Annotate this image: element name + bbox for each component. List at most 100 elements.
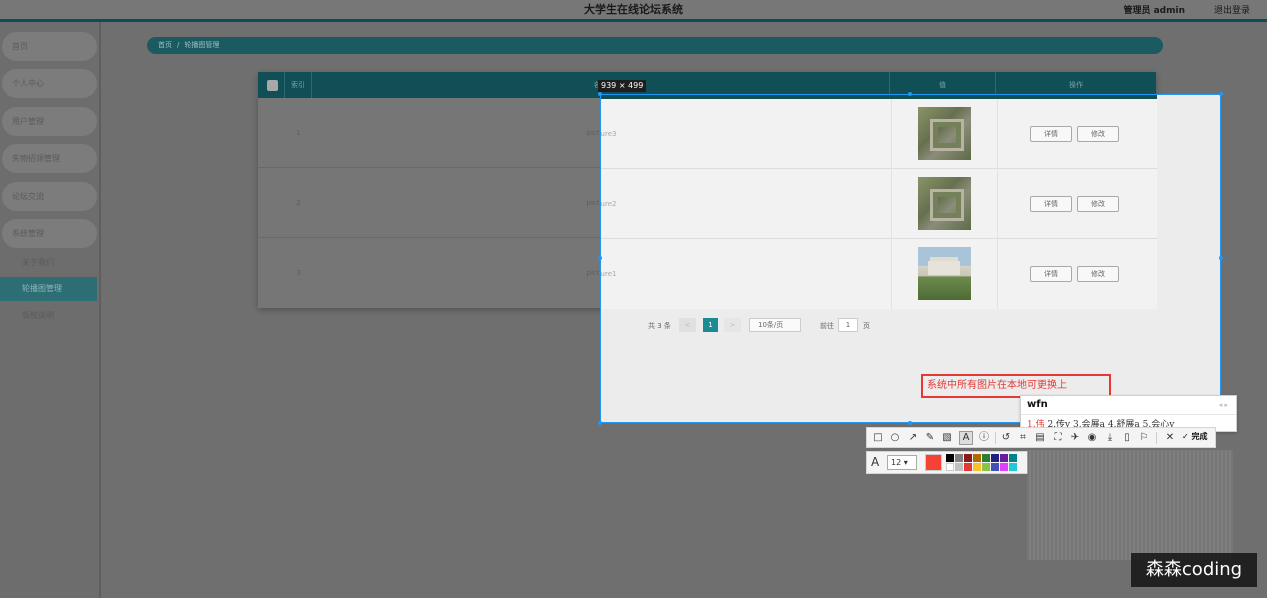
resize-handle[interactable] [598, 92, 602, 96]
row-thumbnail[interactable] [918, 107, 971, 160]
color-swatch[interactable] [973, 454, 981, 462]
sidebar-item-system[interactable]: 系统管理 [2, 219, 97, 248]
ime-composition: wfn [1027, 399, 1048, 410]
detail-button[interactable]: 详情 [1030, 126, 1072, 142]
color-swatch[interactable] [955, 463, 963, 471]
done-button[interactable]: ✓ 完成 [1182, 431, 1208, 442]
breadcrumb-home[interactable]: 首页 [158, 41, 172, 49]
detail-button[interactable]: 详情 [1030, 266, 1072, 282]
color-swatch[interactable] [964, 454, 972, 462]
row-name: picture1 [600, 270, 617, 278]
color-swatch[interactable] [991, 454, 999, 462]
color-swatch[interactable] [955, 454, 963, 462]
cell-divider [891, 169, 892, 239]
sidebar-sub-copyright[interactable]: 版权说明 [0, 304, 97, 328]
capture-selection[interactable]: picture3 详情 修改 picture2 详情 修改 picture1 [600, 94, 1221, 423]
row-thumbnail[interactable] [918, 247, 971, 300]
scroll-capture-icon[interactable]: ⛶ [1051, 431, 1065, 445]
color-swatch[interactable] [991, 463, 999, 471]
sidebar-item-users[interactable]: 用户管理 [2, 107, 97, 136]
sidebar-item-profile[interactable]: 个人中心 [2, 69, 97, 98]
resize-handle[interactable] [1219, 92, 1223, 96]
breadcrumb-current: 轮播图管理 [184, 41, 220, 49]
color-swatch[interactable] [964, 463, 972, 471]
row-index: 1 [296, 129, 301, 137]
checkbox-icon [267, 80, 278, 91]
sidebar-item-forum[interactable]: 论坛交流 [2, 182, 97, 211]
text-tool-icon[interactable]: A [959, 431, 973, 445]
edit-button[interactable]: 修改 [1077, 126, 1119, 142]
selection-size-label: 939 × 499 [598, 80, 647, 92]
breadcrumb-separator: / [177, 41, 180, 49]
color-swatch[interactable] [973, 463, 981, 471]
logout-link[interactable]: 退出登录 [1214, 3, 1250, 16]
color-swatch[interactable] [982, 454, 990, 462]
resize-handle[interactable] [908, 92, 912, 96]
header-divider [0, 19, 1267, 22]
rectangle-icon[interactable]: □ [871, 431, 885, 445]
resize-handle[interactable] [1219, 256, 1223, 260]
color-swatch[interactable] [982, 463, 990, 471]
download-icon[interactable]: ⤓ [1103, 431, 1117, 445]
check-icon: ✓ [1182, 432, 1189, 441]
background-artifact [1027, 450, 1233, 560]
cell-divider [997, 99, 998, 169]
pagination-total: 共 3 条 [648, 322, 671, 330]
undo-icon[interactable]: ↺ [999, 431, 1013, 445]
color-swatch[interactable] [946, 454, 954, 462]
table-row: picture1 详情 修改 [600, 239, 1157, 309]
cell-divider [997, 169, 998, 239]
color-swatch[interactable] [1000, 454, 1008, 462]
table-row: picture2 详情 修改 [601, 169, 1157, 239]
sidebar-item-home[interactable]: 首页 [2, 32, 97, 61]
close-icon[interactable]: ✕ [1163, 431, 1177, 445]
page-size-select[interactable]: 10条/页 [749, 318, 801, 332]
color-swatch[interactable] [946, 463, 954, 471]
done-label: 完成 [1191, 432, 1208, 441]
row-thumbnail[interactable] [918, 177, 971, 230]
ellipse-icon[interactable]: ○ [888, 431, 902, 445]
app-title: 大学生在线论坛系统 [584, 3, 683, 16]
ime-divider [1021, 414, 1236, 415]
ocr-icon[interactable]: ⌗ [1016, 431, 1030, 445]
prev-page-button[interactable]: < [679, 318, 696, 332]
ime-page-arrows-icon[interactable]: ◂ ▸ [1219, 401, 1228, 409]
edit-button[interactable]: 修改 [1077, 266, 1119, 282]
next-page-button[interactable]: > [724, 318, 741, 332]
sidebar-sub-carousel[interactable]: 轮播图管理 [0, 277, 97, 301]
resize-handle[interactable] [908, 421, 912, 425]
text-options-bar: A 12 ▾ [866, 451, 1028, 474]
arrow-icon[interactable]: ↗ [906, 431, 920, 445]
breadcrumb: 首页 / 轮播图管理 [147, 37, 1163, 54]
row-index: 3 [296, 269, 301, 277]
goto-label: 前往 [820, 322, 834, 330]
font-size-select[interactable]: 12 ▾ [887, 455, 917, 470]
edit-button[interactable]: 修改 [1077, 196, 1119, 212]
cell-divider [997, 239, 998, 309]
color-swatch[interactable] [1000, 463, 1008, 471]
sidebar-item-lost-found[interactable]: 失物招领管理 [2, 144, 97, 173]
pin-icon[interactable]: ✈ [1068, 431, 1082, 445]
font-icon: A [871, 455, 880, 469]
header-select-all[interactable] [258, 72, 285, 98]
page-number-button[interactable]: 1 [703, 318, 718, 332]
page-suffix: 页 [863, 322, 870, 330]
bookmark-icon[interactable]: ⚐ [1137, 431, 1151, 445]
current-color-swatch[interactable] [925, 454, 942, 471]
resize-handle[interactable] [598, 256, 602, 260]
resize-handle[interactable] [598, 421, 602, 425]
row-index: 2 [296, 199, 301, 207]
sidebar: 首页 个人中心 用户管理 失物招领管理 论坛交流 系统管理 关于我们 轮播图管理… [0, 22, 101, 598]
pen-icon[interactable]: ✎ [923, 431, 937, 445]
number-marker-icon[interactable]: ⓘ [977, 431, 991, 445]
device-icon[interactable]: ▯ [1120, 431, 1134, 445]
color-swatch[interactable] [1009, 454, 1017, 462]
color-swatch[interactable] [1009, 463, 1017, 471]
translate-icon[interactable]: ▤ [1033, 431, 1047, 445]
record-icon[interactable]: ◉ [1085, 431, 1099, 445]
goto-page-input[interactable]: 1 [838, 318, 858, 332]
mosaic-icon[interactable]: ▧ [940, 431, 954, 445]
table-row: picture3 详情 修改 [601, 99, 1157, 169]
sidebar-sub-about[interactable]: 关于我们 [0, 251, 97, 275]
detail-button[interactable]: 详情 [1030, 196, 1072, 212]
